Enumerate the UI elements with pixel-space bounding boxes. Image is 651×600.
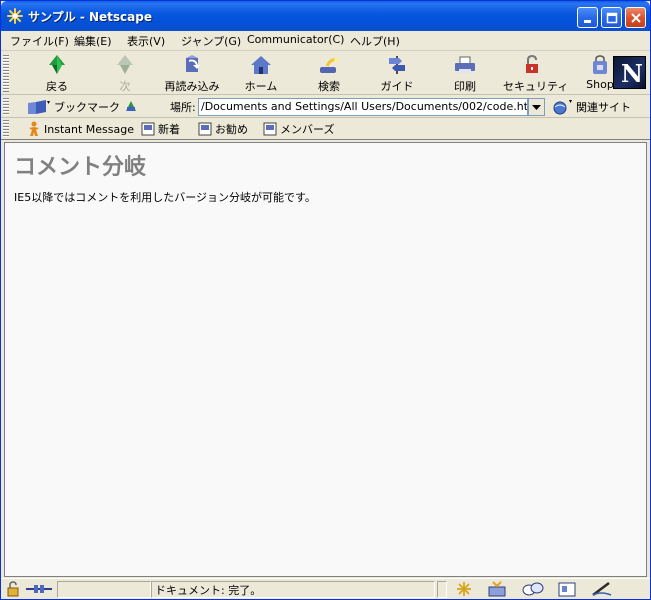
- composer-pen-icon[interactable]: [591, 581, 613, 597]
- back-label: 戻る: [46, 80, 68, 93]
- forward-arrow-icon: [117, 55, 133, 74]
- title-bar[interactable]: サンプル - Netscape: [1, 1, 650, 31]
- related-sites-icon: [553, 100, 572, 115]
- minimize-button[interactable]: [577, 7, 598, 28]
- search-button[interactable]: 検索: [309, 54, 349, 94]
- status-divider: [437, 581, 447, 598]
- recommended-label: お勧め: [215, 123, 248, 136]
- security-button[interactable]: セキュリティ: [503, 54, 569, 94]
- whats-new-label: 新着: [158, 123, 180, 136]
- forward-label: 次: [119, 80, 131, 93]
- progress-panel: [57, 581, 151, 598]
- netscape-logo-letter: N: [621, 59, 643, 88]
- navigation-toolbar: 戻る 次 再読み込み ホーム 検索 ガイド 印刷 セキュリティ Shop: [1, 52, 650, 95]
- guide-label: ガイド: [380, 80, 414, 93]
- related-sites-label: 関連サイト: [576, 101, 631, 114]
- menu-view[interactable]: 表示(V): [127, 33, 165, 49]
- reload-icon: [186, 55, 200, 72]
- close-button[interactable]: [625, 7, 646, 28]
- shop-bag-icon: [593, 55, 607, 74]
- security-lock-icon: [526, 54, 538, 73]
- instant-message-person-icon: [29, 121, 39, 136]
- browser-window: サンプル - Netscape ファイル(F) 編集(E) 表示(V) ジャンプ…: [0, 0, 651, 600]
- instant-message-button[interactable]: Instant Message: [27, 121, 134, 137]
- location-toolbar: ブックマーク 場所: /Documents and Settings/All U…: [1, 96, 650, 118]
- print-button[interactable]: 印刷: [445, 54, 485, 94]
- window-title: サンプル - Netscape: [28, 10, 152, 24]
- menu-file[interactable]: ファイル(F): [10, 33, 69, 49]
- address-book-icon[interactable]: [557, 581, 577, 597]
- netscape-app-icon: [7, 8, 23, 24]
- minimize-icon: [584, 20, 591, 23]
- location-dropdown-button[interactable]: [528, 98, 545, 116]
- search-label: 検索: [318, 80, 340, 93]
- bookmark-page-icon: [141, 122, 155, 136]
- online-connection-icon[interactable]: [25, 581, 53, 597]
- toolbar-grip[interactable]: [3, 120, 9, 138]
- shop-button[interactable]: Shop: [583, 54, 617, 94]
- personal-toolbar: Instant Message 新着 お勧め メンバーズ: [1, 118, 650, 140]
- print-label: 印刷: [454, 80, 476, 93]
- forward-button[interactable]: 次: [105, 54, 145, 94]
- netscape-logo[interactable]: N: [613, 56, 646, 89]
- menu-bar: ファイル(F) 編集(E) 表示(V) ジャンプ(G) Communicator…: [1, 31, 650, 51]
- bookmarks-label: ブックマーク: [54, 101, 120, 114]
- back-button[interactable]: 戻る: [35, 54, 79, 94]
- guide-button[interactable]: ガイド: [377, 54, 417, 94]
- security-label: セキュリティ: [503, 80, 569, 93]
- home-button[interactable]: ホーム: [241, 54, 281, 94]
- status-text: ドキュメント: 完了。: [155, 584, 262, 597]
- recommended-link[interactable]: お勧め: [198, 121, 248, 137]
- status-bar: ドキュメント: 完了。: [1, 578, 650, 599]
- newsgroups-icon[interactable]: [521, 581, 545, 597]
- reload-label: 再読み込み: [164, 80, 220, 93]
- bookmark-icon: [28, 100, 50, 114]
- reload-button[interactable]: 再読み込み: [159, 54, 225, 94]
- menu-help[interactable]: ヘルプ(H): [350, 33, 400, 49]
- whats-new-link[interactable]: 新着: [141, 121, 180, 137]
- related-sites-button[interactable]: 関連サイト: [551, 99, 631, 115]
- security-padlock-icon[interactable]: [5, 581, 21, 597]
- search-icon: [320, 58, 338, 73]
- home-label: ホーム: [244, 80, 278, 93]
- page-proxy-icon[interactable]: [123, 98, 139, 114]
- menu-go[interactable]: ジャンプ(G): [181, 33, 241, 49]
- maximize-button[interactable]: [601, 7, 622, 28]
- close-icon: [631, 13, 641, 23]
- mail-inbox-icon[interactable]: [487, 581, 509, 597]
- maximize-icon: [606, 12, 618, 24]
- page-heading: コメント分岐: [14, 155, 147, 180]
- page-paragraph: IE5以降ではコメントを利用したバージョン分岐が可能です。: [14, 191, 316, 204]
- navigator-icon[interactable]: [455, 581, 473, 597]
- guide-icon: [389, 56, 405, 74]
- location-url-input[interactable]: /Documents and Settings/All Users/Docume…: [198, 98, 528, 116]
- location-label: 場所:: [170, 101, 196, 114]
- toolbar-grip[interactable]: [3, 55, 9, 92]
- members-link[interactable]: メンバーズ: [263, 121, 334, 137]
- page-content-area[interactable]: コメント分岐 IE5以降ではコメントを利用したバージョン分岐が可能です。: [4, 142, 647, 577]
- instant-message-label: Instant Message: [44, 122, 134, 136]
- menu-communicator[interactable]: Communicator(C): [247, 33, 344, 46]
- bookmark-page-icon: [198, 122, 212, 136]
- bookmark-page-icon: [263, 122, 277, 136]
- back-arrow-icon: [49, 55, 65, 74]
- toolbar-grip[interactable]: [3, 98, 9, 116]
- chevron-down-icon: [532, 105, 541, 110]
- members-label: メンバーズ: [280, 123, 335, 136]
- shop-label: Shop: [586, 78, 614, 91]
- menu-edit[interactable]: 編集(E): [74, 33, 112, 49]
- bookmarks-button[interactable]: ブックマーク: [27, 99, 120, 115]
- home-icon: [251, 56, 271, 74]
- printer-icon: [455, 56, 475, 73]
